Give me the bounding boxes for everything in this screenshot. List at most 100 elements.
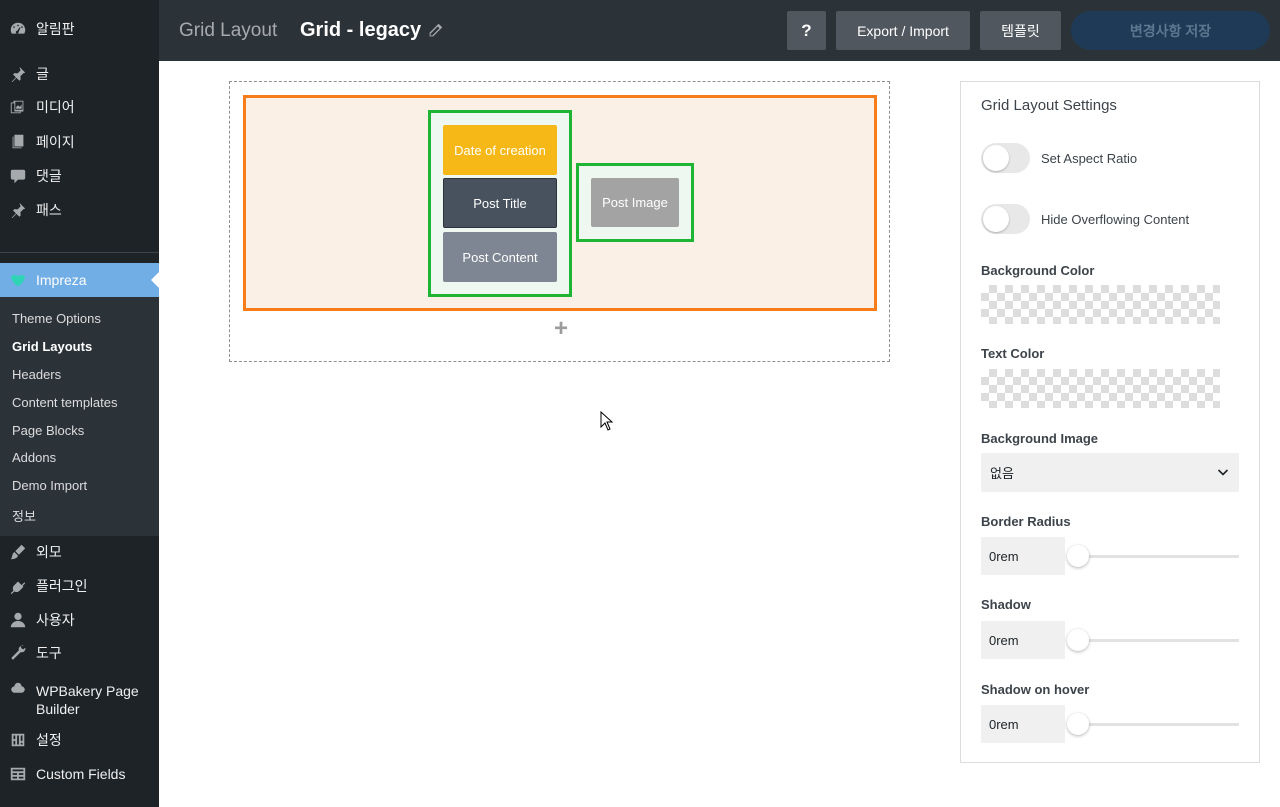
submenu-headers[interactable]: Headers bbox=[12, 367, 61, 382]
menu-item-label: 글 bbox=[36, 66, 49, 82]
save-changes-button[interactable]: 변경사항 저장 bbox=[1071, 11, 1270, 50]
menu-item-label: 패스 bbox=[36, 202, 62, 218]
shadow-slider-handle[interactable] bbox=[1067, 629, 1089, 651]
plugin-icon bbox=[8, 576, 28, 596]
shadow-slider-track[interactable] bbox=[1077, 639, 1239, 642]
comment-icon bbox=[8, 166, 28, 186]
submenu-content-templates[interactable]: Content templates bbox=[12, 395, 118, 410]
pencil-icon[interactable] bbox=[426, 22, 444, 40]
border-radius-slider-handle[interactable] bbox=[1067, 545, 1089, 567]
menu-item-label: 설정 bbox=[36, 732, 62, 748]
menu-separator bbox=[0, 252, 159, 253]
border-radius-input[interactable]: 0rem bbox=[981, 537, 1065, 575]
menu-item-dashboard[interactable]: 알림판 bbox=[0, 12, 159, 46]
grid-layout-title[interactable]: Grid - legacy bbox=[300, 19, 421, 42]
menu-item-label: 미디어 bbox=[36, 99, 75, 115]
submenu-demo-import[interactable]: Demo Import bbox=[12, 478, 87, 493]
element-post-content[interactable]: Post Content bbox=[443, 232, 557, 282]
border-radius-label: Border Radius bbox=[981, 514, 1071, 529]
shadow-hover-input[interactable]: 0rem bbox=[981, 705, 1065, 743]
layout-column-image[interactable]: Post Image bbox=[576, 163, 694, 242]
hide-overflow-toggle[interactable] bbox=[981, 204, 1030, 234]
menu-item-label: 외모 bbox=[36, 544, 62, 560]
export-import-button[interactable]: Export / Import bbox=[836, 11, 970, 50]
menu-item-label: 플러그인 bbox=[36, 578, 88, 594]
impreza-logo-icon bbox=[8, 270, 28, 290]
menu-item-comments[interactable]: 댓글 bbox=[0, 159, 159, 193]
wrench-icon bbox=[8, 643, 28, 663]
grid-layout-canvas: Date of creation Post Title Post Content… bbox=[229, 81, 890, 362]
current-menu-arrow bbox=[151, 272, 159, 288]
fields-icon bbox=[8, 764, 28, 784]
submenu-theme-options[interactable]: Theme Options bbox=[12, 311, 101, 326]
menu-item-tools[interactable]: 도구 bbox=[0, 636, 159, 670]
submenu-grid-layouts[interactable]: Grid Layouts bbox=[12, 339, 92, 354]
hide-overflow-label: Hide Overflowing Content bbox=[1041, 212, 1190, 227]
menu-item-label: 페이지 bbox=[36, 134, 75, 150]
layout-column-text[interactable]: Date of creation Post Title Post Content bbox=[428, 110, 572, 297]
menu-item-label: 도구 bbox=[36, 645, 62, 661]
submenu-info[interactable]: 정보 bbox=[12, 506, 36, 525]
menu-item-label: 댓글 bbox=[36, 168, 62, 184]
menu-item-label: Custom Fields bbox=[36, 766, 126, 782]
toggle-knob bbox=[983, 206, 1009, 232]
background-color-picker[interactable] bbox=[981, 285, 1220, 324]
menu-item-label: 사용자 bbox=[36, 612, 75, 628]
menu-item-label: 알림판 bbox=[36, 21, 75, 37]
select-value: 없음 bbox=[990, 466, 1014, 481]
add-row-button[interactable]: + bbox=[552, 317, 570, 341]
menu-item-plugins[interactable]: 플러그인 bbox=[0, 569, 159, 603]
wpbakery-icon bbox=[8, 680, 28, 700]
pin-icon bbox=[8, 200, 28, 220]
menu-item-impreza[interactable]: Impreza bbox=[0, 263, 159, 297]
help-button[interactable]: ? bbox=[787, 11, 826, 50]
grid-layout-settings-panel: Grid Layout Settings Set Aspect Ratio Hi… bbox=[960, 81, 1260, 763]
element-post-title[interactable]: Post Title bbox=[443, 178, 557, 228]
background-color-label: Background Color bbox=[981, 263, 1095, 278]
page-icon bbox=[8, 132, 28, 152]
background-image-label: Background Image bbox=[981, 431, 1099, 446]
menu-item-label: Impreza bbox=[36, 272, 87, 288]
impreza-submenu: Theme Options Grid Layouts Headers Conte… bbox=[0, 297, 159, 536]
media-icon bbox=[8, 97, 28, 117]
builder-header: Grid Layout Grid - legacy ? Export / Imp… bbox=[159, 0, 1280, 61]
shadow-hover-label: Shadow on hover bbox=[981, 682, 1090, 697]
element-post-image[interactable]: Post Image bbox=[591, 178, 679, 227]
text-color-label: Text Color bbox=[981, 346, 1045, 361]
breadcrumb[interactable]: Grid Layout bbox=[179, 20, 277, 42]
chevron-down-icon bbox=[1217, 466, 1229, 478]
mouse-cursor-icon bbox=[600, 410, 614, 431]
menu-item-media[interactable]: 미디어 bbox=[0, 90, 159, 124]
submenu-page-blocks[interactable]: Page Blocks bbox=[12, 423, 84, 438]
aspect-ratio-toggle[interactable] bbox=[981, 143, 1030, 173]
settings-icon bbox=[8, 730, 28, 750]
menu-item-label: WPBakery Page Builder bbox=[36, 683, 139, 717]
shadow-label: Shadow bbox=[981, 597, 1031, 612]
pin-icon bbox=[8, 64, 28, 84]
border-radius-slider-track[interactable] bbox=[1077, 555, 1239, 558]
layout-row[interactable]: Date of creation Post Title Post Content… bbox=[243, 95, 877, 311]
toggle-knob bbox=[983, 145, 1009, 171]
submenu-addons[interactable]: Addons bbox=[12, 450, 56, 465]
menu-item-pages[interactable]: 페이지 bbox=[0, 125, 159, 159]
text-color-picker[interactable] bbox=[981, 369, 1220, 408]
shadow-input[interactable]: 0rem bbox=[981, 621, 1065, 659]
panel-title: Grid Layout Settings bbox=[981, 97, 1117, 114]
menu-item-custom-fields[interactable]: Custom Fields bbox=[0, 757, 159, 791]
element-date-of-creation[interactable]: Date of creation bbox=[443, 125, 557, 175]
menu-item-pass[interactable]: 패스 bbox=[0, 193, 159, 227]
menu-item-users[interactable]: 사용자 bbox=[0, 603, 159, 637]
shadow-hover-slider-handle[interactable] bbox=[1067, 713, 1089, 735]
admin-sidebar: 알림판 글 미디어 페이지 댓글 패스 Impreza Theme Option… bbox=[0, 0, 159, 807]
menu-item-wpbakery[interactable]: WPBakery Page Builder bbox=[0, 680, 159, 720]
brush-icon bbox=[8, 542, 28, 562]
background-image-select[interactable]: 없음 bbox=[981, 453, 1239, 492]
menu-item-settings[interactable]: 설정 bbox=[0, 723, 159, 757]
aspect-ratio-label: Set Aspect Ratio bbox=[1041, 151, 1138, 166]
templates-button[interactable]: 템플릿 bbox=[980, 11, 1061, 50]
dashboard-icon bbox=[8, 19, 28, 39]
menu-item-appearance[interactable]: 외모 bbox=[0, 535, 159, 569]
menu-item-posts[interactable]: 글 bbox=[0, 57, 159, 91]
user-icon bbox=[8, 610, 28, 630]
shadow-hover-slider-track[interactable] bbox=[1077, 723, 1239, 726]
